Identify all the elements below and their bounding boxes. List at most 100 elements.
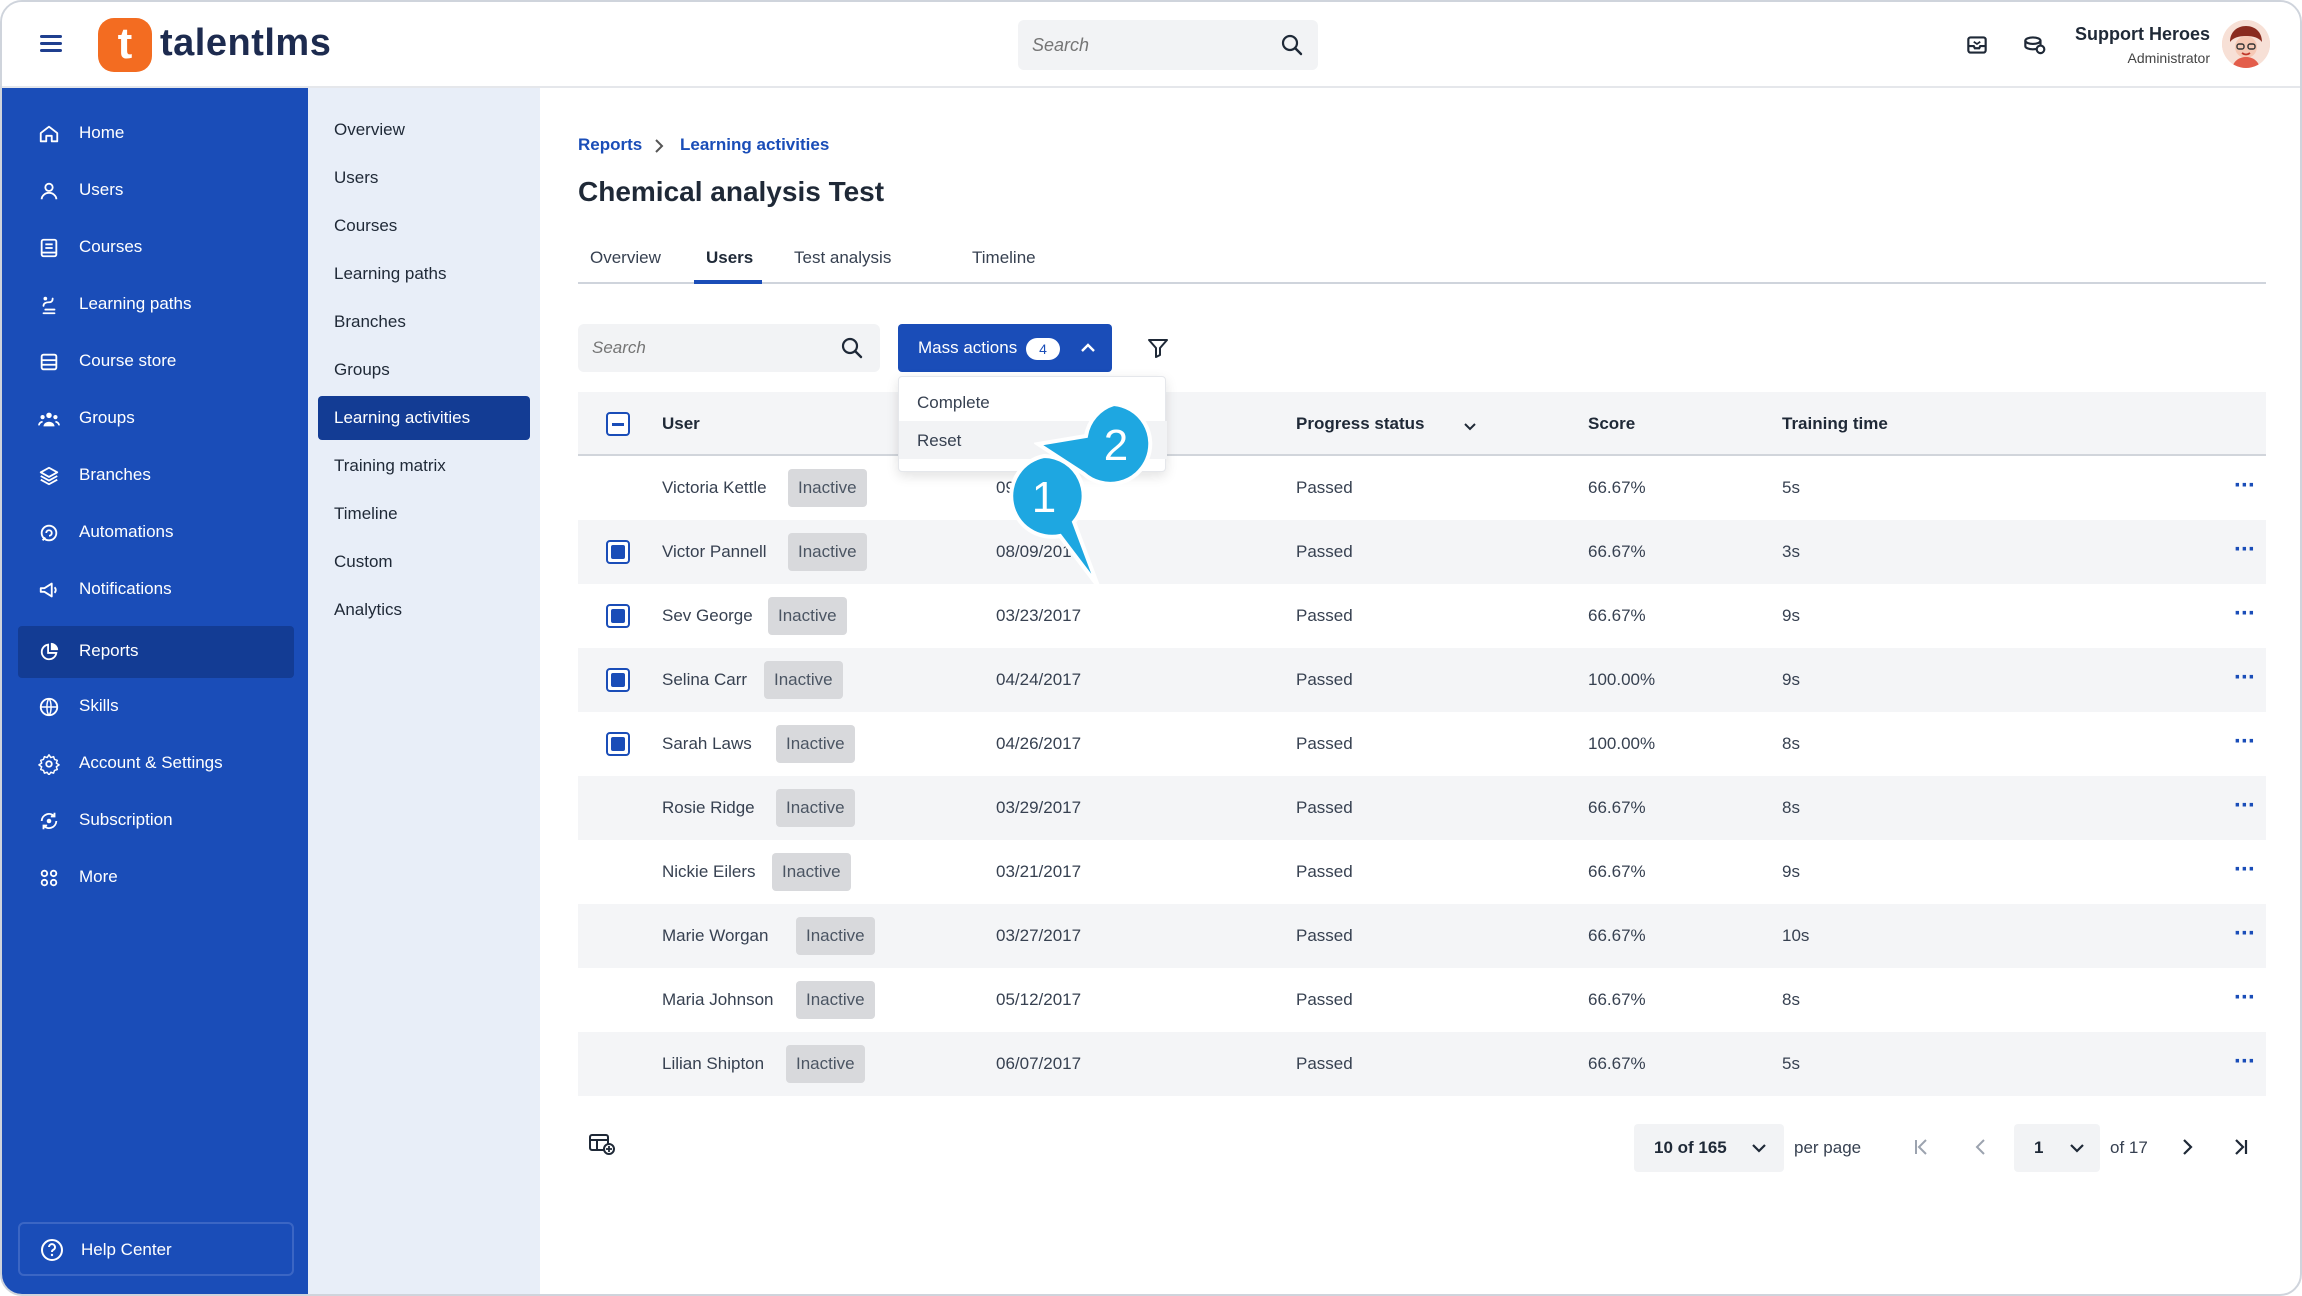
breadcrumb-reports[interactable]: Reports [578,135,642,155]
menu-icon[interactable] [40,35,62,53]
sidebar-item-notifications[interactable]: Notifications [18,564,294,616]
user-name-cell[interactable]: Lilian Shipton [662,1054,764,1074]
table-row[interactable]: Nickie Eilers Inactive 03/21/2017 Passed 66.… [578,840,2266,904]
user-name-cell[interactable]: Sev George [662,606,753,626]
chevron-down-icon[interactable] [1462,418,1478,434]
sidebar-item-reports[interactable]: Reports [18,626,294,678]
row-actions-icon[interactable]: ··· [2234,536,2256,564]
breadcrumb-learning-activities[interactable]: Learning activities [680,135,829,155]
inbox-icon[interactable] [1964,32,1990,58]
status-badge: Inactive [764,661,843,699]
search-icon[interactable] [840,336,864,360]
sidebar-item-automations[interactable]: Automations [18,507,294,559]
global-search-input[interactable] [1032,20,1262,70]
row-checkbox[interactable] [606,604,630,628]
select-all-checkbox[interactable] [606,412,630,436]
row-actions-icon[interactable]: ··· [2234,664,2256,692]
sidebar-item-skills[interactable]: Skills [18,681,294,733]
tab-test-analysis[interactable]: Test analysis [794,238,904,284]
table-row[interactable]: Sarah Laws Inactive 04/26/2017 Passed 100.00… [578,712,2266,776]
user-name[interactable]: Support Heroes [2075,24,2210,45]
row-actions-icon[interactable]: ··· [2234,856,2256,884]
column-training-time[interactable]: Training time [1782,414,1888,434]
user-name-cell[interactable]: Marie Worgan [662,926,768,946]
table-row[interactable]: Maria Johnson Inactive 05/12/2017 Passed 66.… [578,968,2266,1032]
mass-actions-label: Mass actions [918,338,1018,357]
user-name-cell[interactable]: Sarah Laws [662,734,752,754]
user-name-cell[interactable]: Victor Pannell [662,542,767,562]
status-badge: Inactive [796,917,875,955]
sidebar-item-learning-paths[interactable]: Learning paths [18,279,294,331]
tab-label: Overview [590,248,661,267]
table-row[interactable]: Rosie Ridge Inactive 03/29/2017 Passed 66.67… [578,776,2266,840]
next-page-icon[interactable] [2176,1136,2198,1158]
date-cell: 04/24/2017 [996,670,1082,689]
table-row[interactable]: Victor Pannell Inactive 08/09/2017 Passed 66… [578,520,2266,584]
table-search [578,324,880,372]
sidebar-item-course-store[interactable]: Course store [18,336,294,388]
user-name-cell[interactable]: Maria Johnson [662,990,774,1010]
sidebar-item-users[interactable]: Users [18,165,294,217]
subnav-item-custom[interactable]: Custom [318,540,530,584]
sidebar-item-groups[interactable]: Groups [18,393,294,445]
row-actions-icon[interactable]: ··· [2234,1048,2256,1076]
tab-timeline[interactable]: Timeline [972,238,1042,284]
training-time-cell: 9s [1782,862,1800,881]
row-checkbox[interactable] [606,668,630,692]
filter-icon[interactable] [1146,336,1170,360]
column-progress-status[interactable]: Progress status [1296,414,1425,434]
tab-users[interactable]: Users [694,238,762,284]
page-size-select[interactable]: 10 of 165 [1634,1124,1784,1172]
user-name-cell[interactable]: Nickie Eilers [662,862,756,882]
last-page-icon[interactable] [2230,1136,2252,1158]
row-checkbox[interactable] [606,540,630,564]
row-actions-icon[interactable]: ··· [2234,984,2256,1012]
subnav-item-branches[interactable]: Branches [318,300,530,344]
current-page-select[interactable]: 1 [2014,1124,2100,1172]
sidebar-item-courses[interactable]: Courses [18,222,294,274]
column-score[interactable]: Score [1588,414,1635,434]
search-icon[interactable] [1280,33,1304,57]
subnav-item-learning-activities[interactable]: Learning activities [318,396,530,440]
export-table-icon[interactable] [588,1132,616,1156]
first-page-icon[interactable] [1910,1136,1932,1158]
row-actions-icon[interactable]: ··· [2234,792,2256,820]
row-actions-icon[interactable]: ··· [2234,920,2256,948]
row-checkbox[interactable] [606,732,630,756]
help-center-button[interactable]: Help Center [18,1222,294,1276]
subnav-item-analytics[interactable]: Analytics [318,588,530,632]
subnav-item-users[interactable]: Users [318,156,530,200]
sidebar-item-more[interactable]: More [18,852,294,904]
column-user[interactable]: User [662,414,700,434]
sidebar-item-subscription[interactable]: Subscription [18,795,294,847]
table-row[interactable]: Sev George Inactive 03/23/2017 Passed 66.67%… [578,584,2266,648]
subnav-item-timeline[interactable]: Timeline [318,492,530,536]
subnav-item-courses[interactable]: Courses [318,204,530,248]
sidebar-item-branches[interactable]: Branches [18,450,294,502]
home-icon [39,125,59,143]
row-actions-icon[interactable]: ··· [2234,472,2256,500]
user-name-cell[interactable]: Selina Carr [662,670,747,690]
table-row[interactable]: Selina Carr Inactive 04/24/2017 Passed 100.0… [578,648,2266,712]
table-search-input[interactable] [592,324,832,372]
user-name-cell[interactable]: Victoria Kettle [662,478,767,498]
sidebar-item-account-settings[interactable]: Account & Settings [18,738,294,790]
subnav-item-groups[interactable]: Groups [318,348,530,392]
row-actions-icon[interactable]: ··· [2234,600,2256,628]
row-actions-icon[interactable]: ··· [2234,728,2256,756]
subnav-item-overview[interactable]: Overview [318,108,530,152]
table-row[interactable]: Lilian Shipton Inactive 06/07/2017 Passed 66… [578,1032,2266,1096]
table-row[interactable]: Victoria KettleInactive09/22/2017Passed6… [578,456,2266,520]
subnav-item-label: Overview [334,120,405,139]
avatar[interactable] [2222,20,2270,68]
previous-page-icon[interactable] [1970,1136,1992,1158]
user-name-cell[interactable]: Rosie Ridge [662,798,755,818]
tab-overview[interactable]: Overview [590,238,670,284]
coins-icon[interactable] [2021,32,2047,58]
mass-actions-button[interactable]: Mass actions 4 [898,324,1112,372]
subnav-item-learning-paths[interactable]: Learning paths [318,252,530,296]
reports-subnav: Overview Users Courses Learning paths Br… [308,88,540,1294]
sidebar-item-home[interactable]: Home [18,108,294,160]
subnav-item-training-matrix[interactable]: Training matrix [318,444,530,488]
table-row[interactable]: Marie Worgan Inactive 03/27/2017 Passed 66.6… [578,904,2266,968]
